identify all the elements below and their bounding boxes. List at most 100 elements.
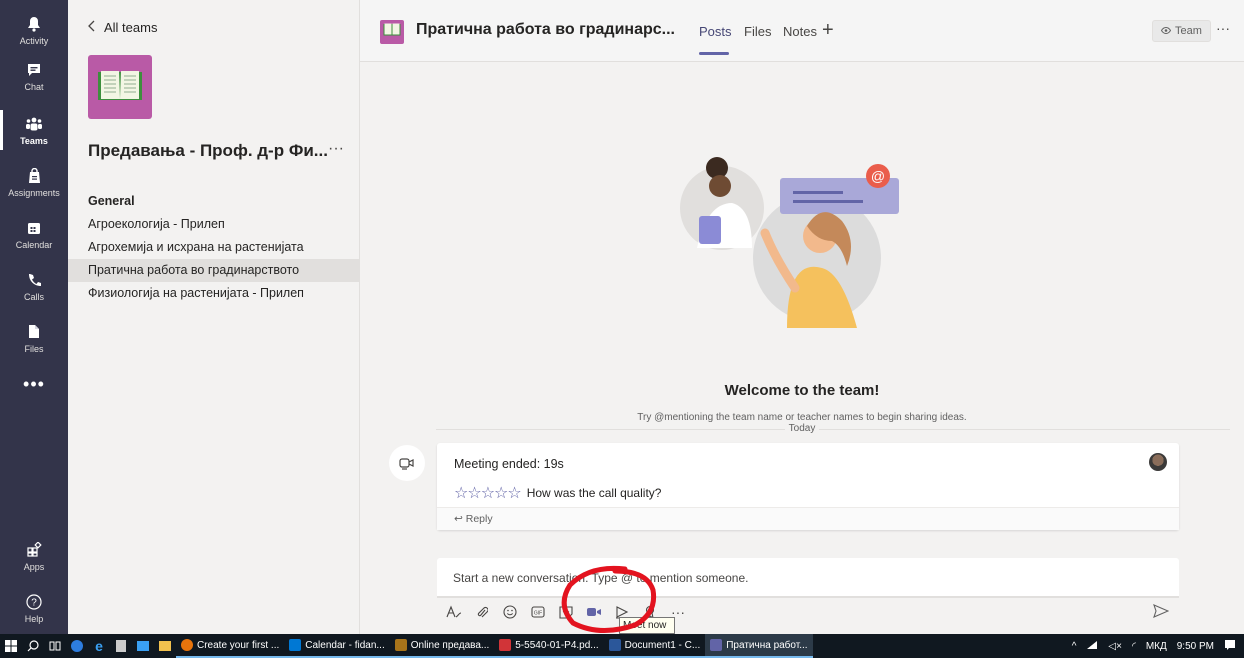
chat-icon [25,61,43,79]
wifi-icon[interactable]: ◜ [1132,641,1136,652]
taskbar-task[interactable]: Online предава... [389,634,495,658]
taskbar-task[interactable]: 5-5540-01-P4.pd... [494,634,604,658]
rail-activity[interactable]: Activity [0,6,68,54]
book-icon [383,23,401,41]
rail-help[interactable]: ? Help [0,584,68,632]
channel-item-selected[interactable]: Пратична работа во градинарството [68,259,360,282]
app-rail: Activity Chat Teams Assignments Calendar… [0,0,68,634]
taskbar-task[interactable]: Document1 - C... [603,634,706,658]
call-quality-rating: ☆☆☆☆☆ How was the call quality? [454,483,661,503]
rating-prompt: How was the call quality? [526,486,662,500]
firefox-icon [181,639,193,651]
team-avatar [88,55,152,119]
task-label: Online предава... [410,639,490,651]
compose-placeholder: Start a new conversation. Type @ to ment… [453,571,749,585]
channel-item[interactable]: Физиологија на растенијата - Прилеп [68,282,360,305]
gif-icon[interactable]: GIF [529,603,547,621]
rail-assignments[interactable]: Assignments [0,158,68,206]
rail-activity-label: Activity [19,35,49,46]
file-icon [25,323,43,341]
date-separator: Today [360,423,1244,434]
folder-icon[interactable] [154,634,176,658]
clock[interactable]: 9:50 PM [1177,641,1214,652]
tab-posts[interactable]: Posts [699,24,732,39]
channel-avatar [380,20,404,44]
rail-files-label: Files [24,343,44,354]
tab-files[interactable]: Files [744,24,771,39]
search-icon[interactable] [22,634,44,658]
rail-chat[interactable]: Chat [0,52,68,100]
book-icon [97,68,143,107]
team-info-button[interactable]: Team [1152,20,1211,42]
system-tray: ^ ◁× ◜ МКД 9:50 PM [1072,639,1244,654]
meeting-ended-title: Meeting ended: 19s [454,457,564,471]
channel-general[interactable]: General [68,190,360,213]
more-options-button[interactable]: ··· [1216,20,1230,36]
svg-text:GIF: GIF [534,611,542,617]
taskbar-task[interactable]: Create your first ... [176,634,285,658]
windows-taskbar: e Create your first ... Calendar - fidan… [0,634,1244,658]
avatar[interactable] [1149,453,1167,471]
edge-icon[interactable]: e [88,634,110,658]
calendar-icon [25,219,43,237]
rail-apps[interactable]: Apps [0,532,68,580]
rail-help-label: Help [24,613,44,624]
task-view-icon[interactable] [44,634,66,658]
send-icon[interactable] [1153,604,1170,622]
chevron-up-icon[interactable]: ^ [1072,641,1077,652]
attach-icon[interactable] [473,603,491,621]
rail-calendar-label: Calendar [15,239,53,250]
task-label: Create your first ... [197,639,280,651]
channel-item[interactable]: Агроекологија - Прилеп [68,213,360,236]
emoji-icon[interactable] [501,603,519,621]
welcome-subtitle: Try @mentioning the team name or teacher… [637,412,967,423]
meet-now-tooltip: Meet now [619,617,675,634]
help-icon: ? [25,593,43,611]
task-label: Document1 - C... [624,639,701,651]
windows-start-icon[interactable] [0,634,22,658]
language-indicator[interactable]: МКД [1146,641,1167,652]
channel-item[interactable]: Агрохемија и исхрана на растенијата [68,236,360,259]
taskbar-task[interactable]: Calendar - fidan... [284,634,390,658]
team-more-button[interactable]: ··· [328,140,344,158]
format-icon[interactable] [445,603,463,621]
calculator-icon[interactable] [110,634,132,658]
new-conversation-box[interactable]: Start a new conversation. Type @ to ment… [437,558,1179,598]
team-button-label: Team [1175,25,1202,37]
welcome-title: Welcome to the team! [724,382,880,399]
rail-more-button[interactable]: ••• [0,374,68,398]
rail-calls[interactable]: Calls [0,262,68,310]
app-icon[interactable] [66,634,88,658]
rail-teams[interactable]: Teams [0,106,68,154]
rail-calendar[interactable]: Calendar [0,210,68,258]
meeting-icon [389,445,425,481]
notification-icon[interactable] [1224,639,1236,654]
phone-icon [25,271,43,289]
apps-icon [25,541,43,559]
network-icon[interactable] [1086,640,1098,653]
welcome-illustration: @ [677,148,907,328]
word-icon [608,639,621,651]
meeting-ended-card: Meeting ended: 19s ☆☆☆☆☆ How was the cal… [437,443,1179,530]
rail-chat-label: Chat [24,81,44,92]
rail-files[interactable]: Files [0,314,68,362]
eye-icon [1160,25,1172,37]
speaker-icon[interactable]: ◁× [1108,641,1122,652]
tab-notes[interactable]: Notes [783,24,817,39]
reply-button[interactable]: ↩ Reply [437,507,1179,530]
svg-text:@: @ [871,168,885,184]
star-rating-icons[interactable]: ☆☆☆☆☆ [454,483,522,503]
add-tab-button[interactable]: + [822,19,834,42]
team-panel: All teams Предавања - Проф. д-р Фи... ··… [68,0,360,634]
reply-label: Reply [465,513,493,525]
all-teams-link[interactable]: All teams [88,20,157,35]
task-label: Calendar - fidan... [305,639,385,651]
today-label: Today [784,423,820,434]
store-icon[interactable] [132,634,154,658]
team-name: Предавања - Проф. д-р Фи... [88,141,328,160]
meet-now-icon[interactable] [585,603,603,621]
sticker-icon[interactable] [557,603,575,621]
taskbar-task-active[interactable]: Пратична работ... [705,634,813,658]
all-teams-label: All teams [104,20,158,35]
teams-icon [710,639,723,651]
